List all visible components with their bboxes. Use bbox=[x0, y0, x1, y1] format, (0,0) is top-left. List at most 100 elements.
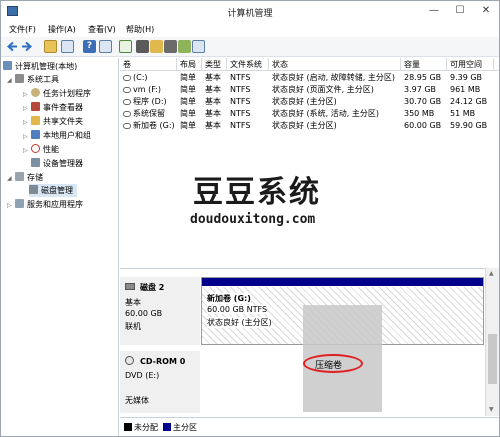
legend-bar: 未分配 主分区 bbox=[120, 417, 499, 436]
storage-icon bbox=[15, 172, 24, 181]
properties-icon[interactable] bbox=[99, 40, 112, 53]
highlight-ring bbox=[303, 354, 363, 373]
tree-event-viewer-label: 事件查看器 bbox=[43, 103, 83, 112]
tree-performance-label: 性能 bbox=[43, 145, 59, 154]
disk2-info[interactable]: 磁盘 2 基本 60.00 GB 联机 bbox=[120, 277, 200, 345]
cdrom-info[interactable]: CD-ROM 0 DVD (E:) 无媒体 bbox=[120, 351, 200, 413]
tree-shared-folders[interactable]: ▷ 共享文件夹 bbox=[23, 115, 83, 128]
column-layout[interactable]: 布局 bbox=[177, 58, 202, 71]
vertical-scrollbar[interactable]: ▲ ▼ bbox=[485, 268, 499, 416]
clock-icon bbox=[31, 88, 40, 97]
tree-root[interactable]: 计算机管理(本地) bbox=[3, 60, 77, 73]
tree-event-viewer[interactable]: ▷ 事件查看器 bbox=[23, 101, 83, 114]
scroll-down-icon[interactable]: ▼ bbox=[489, 406, 494, 413]
cell-status: 状态良好 (主分区) bbox=[272, 121, 337, 130]
tree-storage-label: 存储 bbox=[27, 173, 43, 182]
cell-volume: (C:) bbox=[133, 73, 148, 82]
tree-services[interactable]: ▷ 服务和应用程序 bbox=[7, 198, 83, 211]
tree-device-manager-label: 设备管理器 bbox=[43, 159, 83, 168]
cell-capacity: 3.97 GB bbox=[404, 85, 437, 94]
expand-icon[interactable]: ▷ bbox=[23, 144, 31, 157]
collapse-icon[interactable]: ◢ bbox=[7, 74, 15, 87]
tree-local-users-label: 本地用户和组 bbox=[43, 131, 91, 140]
primary-swatch bbox=[163, 423, 171, 431]
partition-status: 状态良好 (主分区) bbox=[207, 317, 272, 328]
tree-task-scheduler[interactable]: ▷ 任务计划程序 bbox=[23, 87, 91, 100]
forward-icon[interactable] bbox=[21, 40, 33, 53]
menu-help[interactable]: 帮助(H) bbox=[126, 24, 154, 35]
cell-type: 基本 bbox=[205, 73, 221, 82]
tree-system-tools[interactable]: ◢ 系统工具 bbox=[7, 73, 59, 86]
back-icon[interactable] bbox=[6, 40, 18, 53]
view-icon[interactable] bbox=[192, 40, 205, 53]
cell-layout: 简单 bbox=[180, 109, 196, 118]
disk2-status: 联机 bbox=[125, 322, 141, 331]
disk-icon bbox=[125, 283, 135, 290]
scroll-up-icon[interactable]: ▲ bbox=[489, 270, 494, 277]
cell-filesystem: NTFS bbox=[230, 109, 251, 118]
column-volume[interactable]: 卷 bbox=[120, 58, 177, 71]
tree-root-label: 计算机管理(本地) bbox=[15, 62, 78, 71]
table-row[interactable]: 程序 (D:) 简单 基本 NTFS 状态良好 (主分区) 30.70 GB 2… bbox=[120, 96, 499, 108]
scroll-thumb[interactable] bbox=[488, 334, 497, 384]
users-icon bbox=[31, 130, 40, 139]
maximize-button[interactable]: ☐ bbox=[447, 1, 473, 21]
collapse-icon[interactable]: ◢ bbox=[7, 172, 15, 185]
cell-layout: 简单 bbox=[180, 73, 196, 82]
cell-volume: 新加卷 (G:) bbox=[133, 121, 175, 130]
column-type[interactable]: 类型 bbox=[202, 58, 227, 71]
watermark-url: doudouxitong.com bbox=[190, 212, 316, 227]
menu-view[interactable]: 查看(V) bbox=[88, 24, 116, 35]
export-icon[interactable] bbox=[136, 40, 149, 53]
cell-capacity: 28.95 GB bbox=[404, 73, 442, 82]
expand-icon[interactable]: ▷ bbox=[23, 102, 31, 115]
tree-disk-management-label: 磁盘管理 bbox=[41, 186, 73, 195]
search-icon[interactable] bbox=[178, 40, 191, 53]
show-hide-tree-icon[interactable] bbox=[61, 40, 74, 53]
tree-performance[interactable]: ▷ 性能 bbox=[23, 143, 59, 156]
tree-storage[interactable]: ◢ 存储 bbox=[7, 171, 43, 184]
column-free-space[interactable]: 可用空间 bbox=[447, 58, 494, 71]
disk2-size: 60.00 GB bbox=[125, 309, 163, 318]
computer-management-window: 计算机管理 — ☐ ✕ 文件(F) 操作(A) 查看(V) 帮助(H) ? 计算… bbox=[0, 0, 500, 437]
expand-icon[interactable]: ▷ bbox=[23, 88, 31, 101]
disk-icon bbox=[29, 185, 38, 194]
event-icon bbox=[31, 102, 40, 111]
cell-capacity: 350 MB bbox=[404, 109, 435, 118]
tree-disk-management[interactable]: 磁盘管理 bbox=[29, 184, 77, 197]
expand-icon[interactable]: ▷ bbox=[7, 199, 15, 212]
table-row[interactable]: 系统保留 简单 基本 NTFS 状态良好 (系统, 活动, 主分区) 350 M… bbox=[120, 108, 499, 120]
settings-icon[interactable] bbox=[164, 40, 177, 53]
help-icon[interactable]: ? bbox=[83, 40, 96, 53]
cell-free-space: 24.12 GB bbox=[450, 97, 488, 106]
tree-device-manager[interactable]: 设备管理器 bbox=[31, 157, 83, 170]
tree-local-users[interactable]: ▷ 本地用户和组 bbox=[23, 129, 91, 142]
tree-shared-folders-label: 共享文件夹 bbox=[43, 117, 83, 126]
device-icon bbox=[31, 158, 40, 167]
computer-icon bbox=[3, 61, 12, 70]
column-filesystem[interactable]: 文件系统 bbox=[227, 58, 269, 71]
cdrom-icon bbox=[125, 356, 134, 365]
watermark-title: 豆豆系统 bbox=[193, 175, 321, 210]
cell-volume: 系统保留 bbox=[133, 109, 165, 118]
cell-free-space: 9.39 GB bbox=[450, 73, 483, 82]
volume-list-header: 卷 布局 类型 文件系统 状态 容量 可用空间 bbox=[120, 58, 499, 71]
folder-icon[interactable] bbox=[150, 40, 163, 53]
tree-services-label: 服务和应用程序 bbox=[27, 200, 83, 209]
cell-filesystem: NTFS bbox=[230, 121, 251, 130]
shrink-volume-menu-item[interactable]: 压缩卷 bbox=[303, 354, 363, 373]
column-capacity[interactable]: 容量 bbox=[401, 58, 447, 71]
menu-file[interactable]: 文件(F) bbox=[9, 24, 36, 35]
refresh-icon[interactable] bbox=[119, 40, 132, 53]
expand-icon[interactable]: ▷ bbox=[23, 116, 31, 129]
cell-capacity: 60.00 GB bbox=[404, 121, 442, 130]
table-row[interactable]: 新加卷 (G:) 简单 基本 NTFS 状态良好 (主分区) 60.00 GB … bbox=[120, 120, 499, 132]
column-status[interactable]: 状态 bbox=[269, 58, 401, 71]
table-row[interactable]: vm (F:) 简单 基本 NTFS 状态良好 (页面文件, 主分区) 3.97… bbox=[120, 84, 499, 96]
menu-action[interactable]: 操作(A) bbox=[48, 24, 76, 35]
minimize-button[interactable]: — bbox=[421, 1, 447, 21]
expand-icon[interactable]: ▷ bbox=[23, 130, 31, 143]
up-folder-icon[interactable] bbox=[44, 40, 57, 53]
table-row[interactable]: (C:) 简单 基本 NTFS 状态良好 (启动, 故障转储, 主分区) 28.… bbox=[120, 72, 499, 84]
close-button[interactable]: ✕ bbox=[473, 1, 499, 21]
